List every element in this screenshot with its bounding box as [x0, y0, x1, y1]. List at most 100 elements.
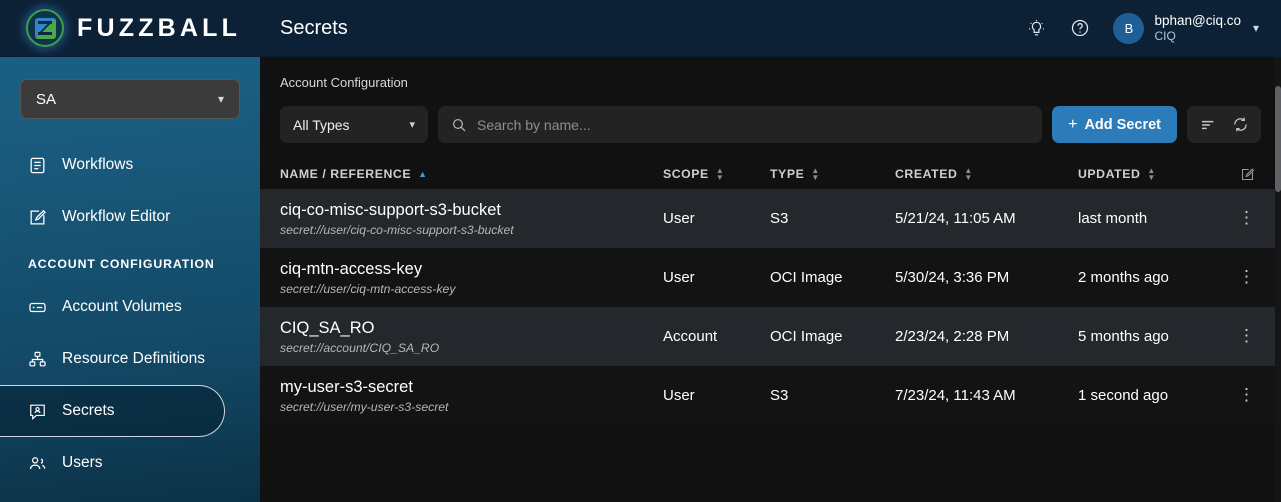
sidebar-item-resource-definitions[interactable]: Resource Definitions	[0, 333, 260, 385]
kebab-menu-icon[interactable]: ⋮	[1238, 268, 1255, 285]
cell-scope: User	[663, 387, 695, 404]
cell-scope: User	[663, 210, 695, 227]
secret-reference: secret://user/ciq-co-misc-support-s3-buc…	[280, 223, 514, 238]
top-header: Secrets B bphan@ciq.co CIQ ▾	[260, 0, 1281, 57]
cell-name: my-user-s3-secret secret://user/my-user-…	[280, 377, 663, 415]
cell-created: 2/23/24, 2:28 PM	[895, 328, 1010, 345]
search-box[interactable]	[438, 106, 1043, 143]
cell-actions: ⋮	[1238, 209, 1263, 226]
kebab-menu-icon[interactable]: ⋮	[1238, 209, 1255, 226]
sort-toggle-icon: ▲ ▼	[1147, 166, 1156, 182]
sidebar-item-secrets[interactable]: Secrets	[0, 385, 225, 437]
question-circle-icon[interactable]	[1069, 17, 1091, 39]
column-label: NAME / REFERENCE	[280, 167, 412, 181]
cell-updated: last month	[1078, 210, 1148, 227]
cell-name: CIQ_SA_RO secret://account/CIQ_SA_RO	[280, 318, 663, 356]
cell-type: OCI Image	[770, 269, 843, 286]
fuzzball-logo-icon	[26, 9, 64, 47]
chevron-down-icon: ▾	[1252, 21, 1259, 35]
scrollbar-thumb[interactable]	[1275, 86, 1281, 192]
sort-ascending-icon: ▲	[418, 168, 428, 179]
main-content: Secrets B bphan@ciq.co CIQ ▾ Account Con…	[260, 0, 1281, 502]
app-root: FUZZBALL SA ▾ Workflows Workflow Editor …	[0, 0, 1281, 502]
table-header-row: NAME / REFERENCE ▲ SCOPE ▲ ▼ TYPE ▲ ▼ CREA…	[260, 159, 1281, 189]
column-header-created[interactable]: CREATED ▲ ▼	[895, 166, 1078, 182]
sidebar-item-label: Secrets	[62, 402, 115, 419]
table-row[interactable]: CIQ_SA_RO secret://account/CIQ_SA_RO Acc…	[260, 307, 1281, 366]
sidebar-item-workflows[interactable]: Workflows	[0, 139, 260, 191]
sort-toggle-icon: ▲ ▼	[811, 166, 820, 182]
filter-sort-icon[interactable]	[1199, 116, 1217, 134]
secret-name: CIQ_SA_RO	[280, 318, 375, 337]
add-secret-button[interactable]: + Add Secret	[1052, 106, 1177, 143]
cell-updated: 5 months ago	[1078, 328, 1169, 345]
sidebar-item-label: Workflows	[62, 156, 134, 173]
sidebar-section-label: ACCOUNT CONFIGURATION	[28, 257, 215, 271]
sidebar-item-workflow-editor[interactable]: Workflow Editor	[0, 191, 260, 243]
kebab-menu-icon[interactable]: ⋮	[1238, 386, 1255, 403]
breadcrumb: Account Configuration	[280, 75, 408, 90]
column-label: TYPE	[770, 167, 805, 181]
sidebar-item-label: Users	[62, 454, 103, 471]
lightbulb-icon[interactable]	[1025, 17, 1047, 39]
search-icon	[451, 117, 467, 133]
secret-name: ciq-co-misc-support-s3-bucket	[280, 200, 501, 219]
column-label: SCOPE	[663, 167, 709, 181]
cell-name: ciq-co-misc-support-s3-bucket secret://u…	[280, 200, 663, 238]
page-scrollbar[interactable]	[1275, 0, 1281, 502]
chevron-down-icon: ▾	[409, 119, 415, 131]
refresh-icon[interactable]	[1231, 116, 1249, 134]
kebab-menu-icon[interactable]: ⋮	[1238, 327, 1255, 344]
column-header-actions	[1238, 165, 1264, 183]
table-row[interactable]: my-user-s3-secret secret://user/my-user-…	[260, 366, 1281, 425]
sitemap-icon	[26, 348, 48, 370]
user-email: bphan@ciq.co	[1154, 12, 1241, 28]
account-selector-value: SA	[36, 90, 57, 108]
type-filter-select[interactable]: All Types ▾	[280, 106, 428, 143]
search-input[interactable]	[477, 116, 1030, 133]
type-filter-value: All Types	[293, 116, 350, 133]
secret-name: ciq-mtn-access-key	[280, 259, 423, 278]
cell-actions: ⋮	[1238, 327, 1263, 344]
plus-icon: +	[1068, 115, 1078, 133]
column-header-type[interactable]: TYPE ▲ ▼	[770, 166, 895, 182]
cell-scope: User	[663, 269, 695, 286]
add-secret-label: Add Secret	[1084, 116, 1161, 133]
user-org: CIQ	[1154, 28, 1176, 43]
table-row[interactable]: ciq-co-misc-support-s3-bucket secret://u…	[260, 189, 1281, 248]
sidebar-item-account-volumes[interactable]: Account Volumes	[0, 281, 260, 333]
toolbar: All Types ▾ + Add Secret	[260, 90, 1281, 143]
sidebar-item-label: Resource Definitions	[62, 350, 206, 367]
column-header-updated[interactable]: UPDATED ▲ ▼	[1078, 166, 1238, 182]
cell-actions: ⋮	[1238, 386, 1263, 403]
cell-updated: 1 second ago	[1078, 387, 1169, 404]
users-icon	[26, 452, 48, 474]
chevron-down-icon: ▾	[217, 92, 224, 106]
brand-name: FUZZBALL	[77, 13, 242, 42]
brand-logo-bar[interactable]: FUZZBALL	[0, 0, 260, 57]
cell-updated: 2 months ago	[1078, 269, 1169, 286]
secret-badge-icon	[26, 400, 48, 422]
sidebar: FUZZBALL SA ▾ Workflows Workflow Editor …	[0, 0, 260, 502]
user-menu[interactable]: B bphan@ciq.co CIQ ▾	[1113, 12, 1259, 44]
toolbar-icon-group	[1187, 106, 1261, 143]
cell-type: S3	[770, 387, 789, 404]
sidebar-item-users[interactable]: Users	[0, 437, 260, 489]
user-meta: bphan@ciq.co CIQ	[1154, 13, 1241, 43]
drive-icon	[26, 296, 48, 318]
sidebar-item-label: Workflow Editor	[62, 208, 171, 225]
sort-toggle-icon: ▲ ▼	[964, 166, 973, 182]
page-title: Secrets	[280, 16, 348, 39]
secret-reference: secret://user/my-user-s3-secret	[280, 400, 449, 415]
account-selector[interactable]: SA ▾	[20, 79, 240, 119]
sidebar-item-label: Account Volumes	[62, 298, 182, 315]
table-row[interactable]: ciq-mtn-access-key secret://user/ciq-mtn…	[260, 248, 1281, 307]
column-header-name[interactable]: NAME / REFERENCE ▲	[280, 167, 663, 181]
secrets-table: NAME / REFERENCE ▲ SCOPE ▲ ▼ TYPE ▲ ▼ CREA…	[260, 159, 1281, 425]
sort-toggle-icon: ▲ ▼	[715, 166, 725, 182]
secret-reference: secret://account/CIQ_SA_RO	[280, 341, 440, 356]
column-header-scope[interactable]: SCOPE ▲ ▼	[663, 166, 770, 182]
edit-square-icon[interactable]	[1238, 165, 1256, 183]
cell-scope: Account	[663, 328, 718, 345]
cell-actions: ⋮	[1238, 268, 1263, 285]
